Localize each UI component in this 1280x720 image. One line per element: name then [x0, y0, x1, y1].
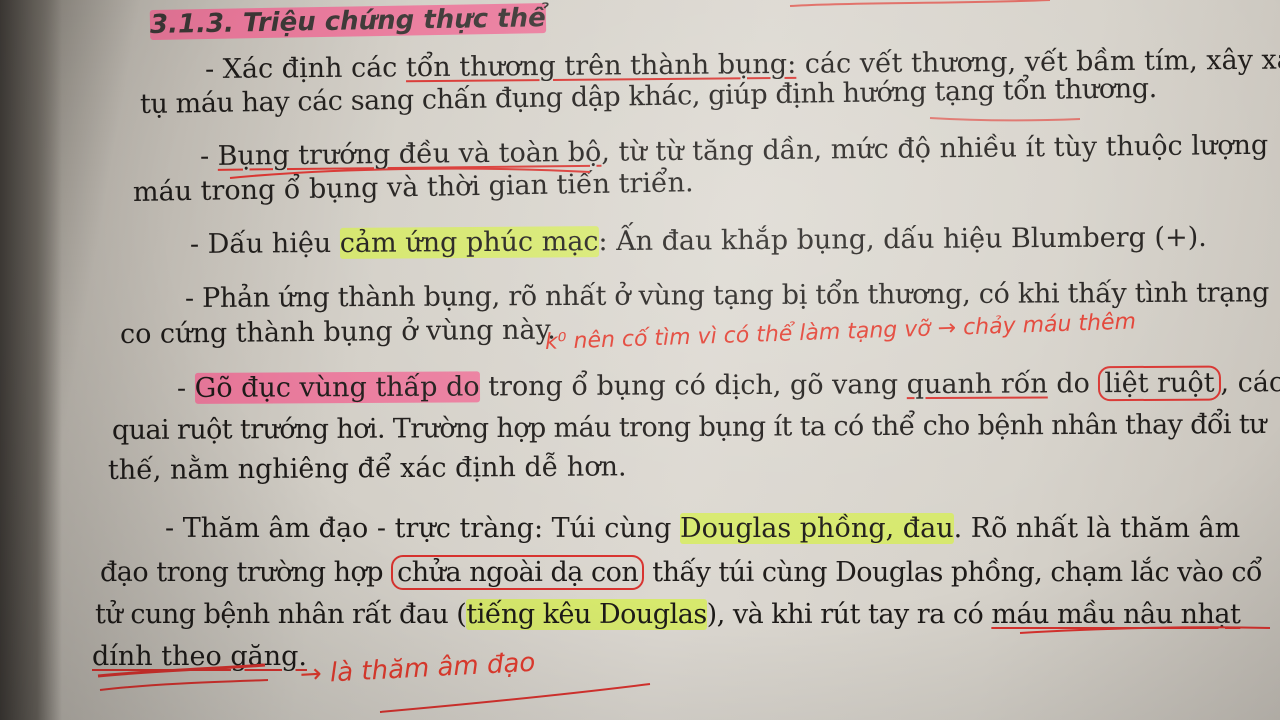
- textbook-photo: 3.1.3. Triệu chứng thực thể - Xác định c…: [0, 0, 1280, 720]
- p1-end-underline: [929, 117, 1081, 122]
- p5-line1-e: do: [1047, 368, 1099, 400]
- handwritten-note-vaginal-exam: → là thăm âm đạo: [299, 648, 536, 690]
- p3-line1: - Dấu hiệu cảm ứng phúc mạc: Ấn đau khắp…: [190, 221, 1207, 262]
- p4-line2-text: co cứng thành bụng ở vùng này.: [119, 314, 556, 350]
- page-left-edge: [0, 0, 62, 720]
- p3-highlight-peritoneal: cảm ứng phúc mạc: [339, 226, 599, 259]
- p5-circled-ileus: liệt ruột: [1098, 365, 1221, 402]
- p5-line1: - Gõ đục vùng thấp do trong ổ bụng có dị…: [176, 365, 1280, 406]
- p5-line2-text: quai ruột trướng hơi. Trường hợp máu tro…: [111, 408, 1266, 446]
- p6-highlight-douglas: Douglas phồng, đau: [680, 513, 954, 544]
- p5-line3-text: thế, nằm nghiêng để xác định dễ hơn.: [107, 451, 627, 486]
- p2-line1-a: -: [199, 140, 218, 172]
- p2-line1-c: , từ từ tăng dần, mức độ nhiều ít tùy th…: [601, 129, 1269, 168]
- handwritten-note-warning-text: k⁰ nên cố tìm vì có thể làm tạng vỡ → ch…: [544, 309, 1137, 355]
- bottom-long-line: [379, 683, 651, 713]
- p4-line1-text: - Phản ứng thành bụng, rõ nhất ở vùng tạ…: [184, 277, 1270, 314]
- p5-underlined-periumbilical: quanh rốn: [906, 368, 1048, 401]
- p2-line1: - Bụng trướng đều và toàn bộ, từ từ tăng…: [200, 129, 1269, 174]
- p3-line1-c: : Ấn đau khắp bụng, dấu hiệu Blumberg (+…: [598, 221, 1207, 258]
- p1-line1-a: - Xác định các: [204, 52, 407, 85]
- handwritten-note-vaginal-exam-text: → là thăm âm đạo: [299, 647, 537, 690]
- p6-highlight-douglas-cry: tiếng kêu Douglas: [466, 599, 707, 630]
- p3-line1-a: - Dấu hiệu: [189, 227, 340, 260]
- p6-line3-c: ), và khi rút tay ra có: [706, 599, 992, 630]
- p4-line2: co cứng thành bụng ở vùng này.: [120, 313, 556, 352]
- p5-line1-c: trong ổ bụng có dịch, gõ vang: [479, 369, 907, 403]
- p6-line1-c: . Rõ nhất là thăm âm: [953, 513, 1241, 544]
- p6-line2-a: đạo trong trường hợp: [100, 557, 392, 588]
- p5-line2: quai ruột trướng hơi. Trường hợp máu tro…: [112, 408, 1266, 448]
- handwritten-note-warning: k⁰ nên cố tìm vì có thể làm tạng vỡ → ch…: [545, 309, 1137, 355]
- p6-line1-a: - Thăm âm đạo - trực tràng: Túi cùng: [165, 513, 681, 544]
- p6-line3-a: tử cung bệnh nhân rất đau (: [95, 599, 467, 630]
- p5-line3: thế, nằm nghiêng để xác định dễ hơn.: [108, 450, 627, 488]
- p6-line3: tử cung bệnh nhân rất đau (tiếng kêu Dou…: [95, 598, 1241, 632]
- p5-line1-a: -: [176, 372, 195, 404]
- p6-line2: đạo trong trường hợp chửa ngoài dạ con t…: [100, 555, 1262, 590]
- top-right-scribble: [789, 0, 1051, 7]
- p6-circled-ectopic: chửa ngoài dạ con: [391, 555, 645, 590]
- bottom-left-swoosh-2: [99, 679, 269, 691]
- p2-underlined-distension: Bụng trướng đều và toàn bộ: [217, 136, 602, 172]
- p6-line4-text: dính theo găng.: [92, 641, 307, 672]
- p6-line4: dính theo găng.: [92, 640, 307, 674]
- section-heading: 3.1.3. Triệu chứng thực thể: [149, 1, 547, 42]
- p6-line1: - Thăm âm đạo - trực tràng: Túi cùng Dou…: [165, 512, 1240, 546]
- p5-highlight-dullness: Gõ đục vùng thấp do: [194, 371, 480, 404]
- p5-line1-g: , các: [1220, 367, 1280, 399]
- p6-underlined-brown-blood: máu mầu nâu nhạt: [991, 599, 1241, 630]
- p6-line2-c: thấy túi cùng Douglas phồng, chạm lắc và…: [644, 557, 1262, 588]
- heading-text: 3.1.3. Triệu chứng thực thể: [149, 3, 547, 40]
